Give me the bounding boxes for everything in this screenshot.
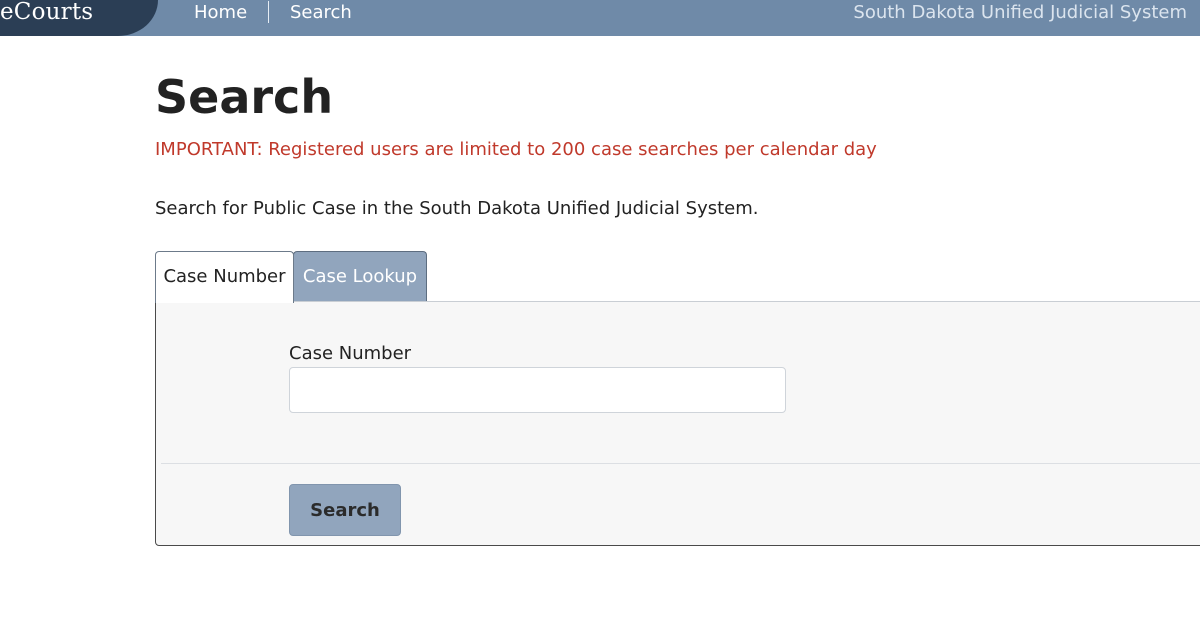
nav-home-link[interactable]: Home: [194, 3, 247, 23]
nav-divider: [268, 1, 269, 23]
top-navbar: eCourts Home Search South Dakota Unified…: [0, 0, 1200, 36]
panel-top-border: [294, 301, 1200, 302]
case-number-label: Case Number: [289, 343, 412, 364]
tab-case-lookup[interactable]: Case Lookup: [293, 251, 427, 301]
form-divider: [161, 463, 1200, 464]
tab-case-number[interactable]: Case Number: [155, 251, 294, 303]
nav-search-link[interactable]: Search: [290, 3, 352, 23]
system-name: South Dakota Unified Judicial System: [853, 2, 1187, 23]
page-title: Search: [155, 70, 334, 124]
case-number-input[interactable]: [289, 367, 786, 413]
brand-text: eCourts: [0, 0, 94, 25]
search-button[interactable]: Search: [289, 484, 401, 536]
brand-logo[interactable]: eCourts: [0, 0, 158, 36]
important-notice: IMPORTANT: Registered users are limited …: [155, 139, 877, 160]
intro-text: Search for Public Case in the South Dako…: [155, 198, 759, 219]
